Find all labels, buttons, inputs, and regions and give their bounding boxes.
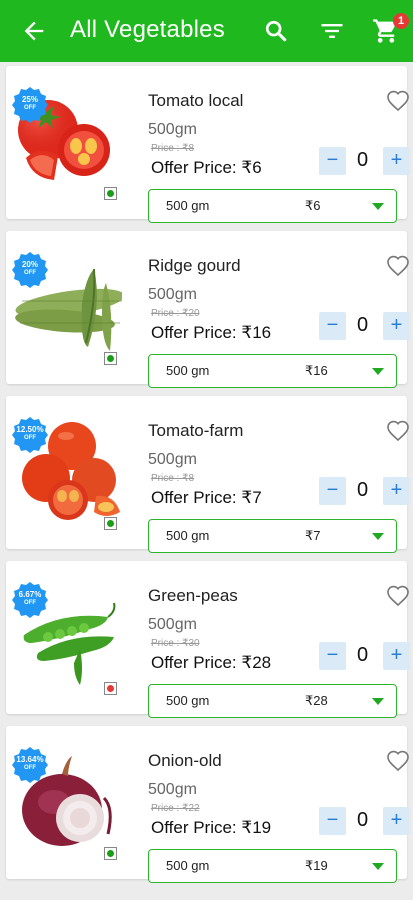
variant-dropdown[interactable]: 500 gm ₹6 — [148, 189, 397, 223]
increase-quantity-button[interactable]: + — [383, 642, 410, 670]
offer-price: Offer Price: ₹28 — [151, 653, 272, 672]
offer-price: Offer Price: ₹6 — [151, 158, 262, 177]
variant-price: ₹7 — [305, 528, 321, 543]
wishlist-heart-icon[interactable] — [386, 584, 410, 608]
product-name: Green-peas — [148, 586, 238, 605]
app-bar: All Vegetables 1 — [0, 0, 413, 62]
quantity-stepper: − 0 + — [319, 312, 411, 342]
variant-dropdown[interactable]: 500 gm ₹7 — [148, 519, 397, 553]
search-icon[interactable] — [262, 17, 290, 45]
product-name: Tomato local — [148, 91, 244, 110]
wishlist-heart-icon[interactable] — [386, 89, 410, 113]
quantity-stepper: − 0 + — [319, 807, 411, 837]
product-card[interactable]: 6.67% OFF Green-peas 500gm Price : ₹30 Of… — [6, 561, 410, 718]
back-arrow-icon[interactable] — [20, 17, 48, 45]
product-card[interactable]: 12.50% OFF Tomato-farm 500gm Price : ₹8 O… — [6, 396, 410, 553]
discount-label: 13.64% OFF — [16, 755, 44, 771]
product-card[interactable]: 25% OFF Tomato local 500gm Price : ₹8 Off… — [6, 66, 410, 223]
offer-price: Offer Price: ₹7 — [151, 488, 262, 507]
product-card[interactable]: 13.64% OFF Onion-old 500gm Price : ₹22 Of… — [6, 726, 410, 883]
variant-size: 500 gm — [166, 198, 210, 213]
wishlist-heart-icon[interactable] — [386, 419, 410, 443]
wishlist-heart-icon[interactable] — [386, 254, 410, 278]
discount-label: 25% OFF — [21, 95, 38, 111]
product-weight: 500gm — [148, 451, 197, 468]
increase-quantity-button[interactable]: + — [383, 477, 410, 505]
cart-count-badge: 1 — [393, 13, 409, 29]
increase-quantity-button[interactable]: + — [383, 807, 410, 835]
variant-price: ₹19 — [305, 858, 328, 873]
wishlist-heart-icon[interactable] — [386, 749, 410, 773]
quantity-value: 0 — [357, 479, 369, 501]
dropdown-caret-icon — [372, 368, 384, 375]
variant-size: 500 gm — [166, 693, 210, 708]
veg-indicator-icon — [104, 517, 117, 530]
filter-icon[interactable] — [318, 17, 346, 45]
decrease-quantity-button[interactable]: − — [319, 807, 346, 835]
quantity-stepper: − 0 + — [319, 477, 411, 507]
dropdown-caret-icon — [372, 698, 384, 705]
decrease-quantity-button[interactable]: − — [319, 312, 346, 340]
variant-size: 500 gm — [166, 858, 210, 873]
offer-price: Offer Price: ₹19 — [151, 818, 272, 837]
veg-indicator-icon — [104, 187, 117, 200]
decrease-quantity-button[interactable]: − — [319, 642, 346, 670]
variant-size: 500 gm — [166, 363, 210, 378]
page-title: All Vegetables — [70, 16, 225, 43]
product-name: Onion-old — [148, 751, 222, 770]
veg-indicator-icon — [104, 847, 117, 860]
product-weight: 500gm — [148, 781, 197, 798]
dropdown-caret-icon — [372, 203, 384, 210]
product-name: Tomato-farm — [148, 421, 244, 440]
quantity-value: 0 — [357, 809, 369, 831]
product-card[interactable]: 20% OFF Ridge gourd 500gm Price : ₹20 Off… — [6, 231, 410, 388]
product-weight: 500gm — [148, 121, 197, 138]
original-price: Price : ₹22 — [151, 803, 200, 814]
discount-label: 20% OFF — [21, 260, 38, 276]
non-veg-indicator-icon — [104, 682, 117, 695]
variant-price: ₹16 — [305, 363, 328, 378]
variant-price: ₹6 — [305, 198, 321, 213]
product-name: Ridge gourd — [148, 256, 241, 275]
veg-indicator-icon — [104, 352, 117, 365]
variant-size: 500 gm — [166, 528, 210, 543]
decrease-quantity-button[interactable]: − — [319, 477, 346, 505]
variant-dropdown[interactable]: 500 gm ₹19 — [148, 849, 397, 883]
decrease-quantity-button[interactable]: − — [319, 147, 346, 175]
increase-quantity-button[interactable]: + — [383, 147, 410, 175]
original-price: Price : ₹8 — [151, 473, 195, 484]
dropdown-caret-icon — [372, 863, 384, 870]
original-price: Price : ₹30 — [151, 638, 200, 649]
variant-dropdown[interactable]: 500 gm ₹16 — [148, 354, 397, 388]
variant-price: ₹28 — [305, 693, 328, 708]
original-price: Price : ₹8 — [151, 143, 195, 154]
quantity-value: 0 — [357, 149, 369, 171]
discount-label: 6.67% OFF — [18, 590, 42, 606]
quantity-stepper: − 0 + — [319, 642, 411, 672]
increase-quantity-button[interactable]: + — [383, 312, 410, 340]
product-weight: 500gm — [148, 616, 197, 633]
variant-dropdown[interactable]: 500 gm ₹28 — [148, 684, 397, 718]
quantity-stepper: − 0 + — [319, 147, 411, 177]
quantity-value: 0 — [357, 314, 369, 336]
offer-price: Offer Price: ₹16 — [151, 323, 272, 342]
quantity-value: 0 — [357, 644, 369, 666]
discount-label: 12.50% OFF — [16, 425, 44, 441]
original-price: Price : ₹20 — [151, 308, 200, 319]
dropdown-caret-icon — [372, 533, 384, 540]
product-weight: 500gm — [148, 286, 197, 303]
